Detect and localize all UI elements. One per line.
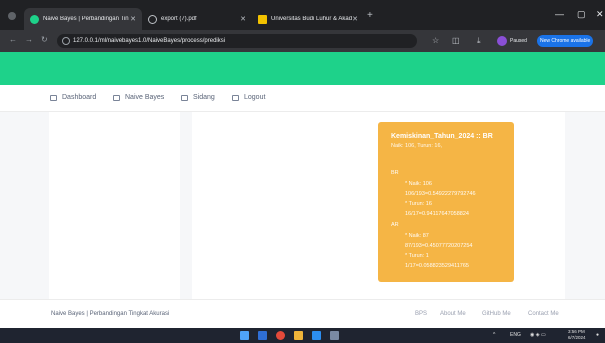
nav-item-dashboard[interactable]: Dashboard: [50, 94, 96, 101]
tab-title: Universitas Budi Luhur & Akad: [271, 16, 353, 22]
nav-item-label: Dashboard: [62, 94, 97, 101]
profile-button[interactable]: Paused: [497, 35, 527, 47]
url-text: 127.0.0.1/ml/naivebayes1.0/NaiveBayes/pr…: [73, 38, 226, 44]
bookmark-star-icon[interactable]: ☆: [432, 36, 439, 45]
profile-status: Paused: [510, 38, 527, 44]
nav-item-label: Sidang: [193, 94, 215, 101]
close-tab-icon[interactable]: ✕: [240, 15, 246, 23]
page-footer: Naive Bayes | Perbandingan Tingkat Akura…: [0, 299, 605, 328]
avatar: [497, 36, 507, 46]
new-chrome-button[interactable]: New Chrome available: [537, 35, 594, 47]
br-line: * Naik: 106: [405, 181, 432, 187]
footer-link-bps[interactable]: BPS: [415, 311, 427, 317]
table-icon: [181, 94, 188, 101]
top-navigation: Dashboard Naive Bayes Sidang Logout: [0, 85, 605, 112]
prediction-result-card: Kemiskinan_Tahun_2024 :: BR Naik: 106, T…: [378, 122, 514, 282]
tab-naive-bayes[interactable]: Naive Bayes | Perbandingan Tin ✕: [24, 8, 142, 30]
minimize-icon[interactable]: —: [555, 9, 564, 19]
tab-search-icon[interactable]: [8, 12, 16, 20]
task-view-icon[interactable]: [258, 331, 267, 340]
ar-label: AR: [391, 222, 399, 228]
browser-tab-strip: Naive Bayes | Perbandingan Tin ✕ export …: [0, 0, 605, 30]
windows-start-icon[interactable]: [240, 331, 249, 340]
footer-link-github[interactable]: GitHub Me: [482, 311, 511, 317]
tab-universitas[interactable]: Universitas Budi Luhur & Akad ✕: [252, 8, 364, 30]
globe-icon: [148, 14, 157, 24]
notification-icon[interactable]: ●: [596, 332, 599, 338]
ar-line: * Turun: 1: [405, 253, 429, 259]
br-line: * Turun: 16: [405, 201, 432, 207]
tab-title: Naive Bayes | Perbandingan Tin: [43, 16, 129, 22]
clock[interactable]: 3:56 PM 6/7/2024: [568, 329, 586, 341]
chrome-icon[interactable]: [276, 331, 285, 340]
os-taskbar: ^ ENG ◉ ◈ ▭ 3:56 PM 6/7/2024 ●: [0, 328, 605, 343]
clock-date: 6/7/2024: [568, 335, 586, 340]
nav-item-logout[interactable]: Logout: [232, 94, 265, 101]
address-bar[interactable]: 127.0.0.1/ml/naivebayes1.0/NaiveBayes/pr…: [57, 34, 417, 48]
new-chrome-label: New Chrome available: [540, 38, 591, 44]
language-indicator[interactable]: ENG: [510, 332, 521, 338]
content-area: [0, 112, 605, 299]
extensions-icon[interactable]: ◫: [452, 36, 460, 45]
ar-line: * Naik: 87: [405, 233, 429, 239]
nav-item-label: Logout: [244, 94, 266, 101]
forward-icon[interactable]: →: [25, 35, 33, 44]
nav-item-label: Naive Bayes: [125, 94, 165, 101]
grid-icon: [50, 94, 57, 101]
new-tab-icon[interactable]: +: [367, 11, 373, 21]
terminal-icon[interactable]: [330, 331, 339, 340]
br-line: 16/17=0.94117647058824: [405, 211, 469, 217]
university-favicon-icon: [258, 14, 267, 24]
ar-line: 1/17=0.058823529411765: [405, 263, 469, 269]
nav-item-sidang[interactable]: Sidang: [181, 94, 215, 101]
close-tab-icon[interactable]: ✕: [130, 15, 136, 23]
br-line: 106/193=0.54922279792746: [405, 191, 476, 197]
close-window-icon[interactable]: ✕: [596, 9, 604, 20]
result-title: Kemiskinan_Tahun_2024 :: BR: [391, 133, 493, 140]
download-icon[interactable]: ⤓: [477, 36, 481, 46]
footer-link-contact[interactable]: Contact Me: [528, 311, 559, 317]
file-explorer-icon[interactable]: [294, 331, 303, 340]
br-label: BR: [391, 170, 399, 176]
result-summary: Naik: 106, Turun: 16,: [391, 143, 443, 149]
table-icon: [232, 94, 239, 101]
tab-export-pdf[interactable]: export (7).pdf ✕: [142, 8, 252, 30]
tab-title: export (7).pdf: [161, 16, 197, 22]
table-icon: [113, 94, 120, 101]
ar-line: 87/193=0.45077720207254: [405, 243, 473, 249]
back-icon[interactable]: ←: [9, 35, 17, 44]
nav-item-naive-bayes[interactable]: Naive Bayes: [113, 94, 164, 101]
footer-brand: Naive Bayes | Perbandingan Tingkat Akura…: [51, 311, 170, 317]
page-header-band: [0, 52, 605, 85]
vscode-icon[interactable]: [312, 331, 321, 340]
tray-chevron-icon[interactable]: ^: [493, 332, 495, 338]
left-panel: [49, 112, 180, 299]
wifi-volume-battery-icon[interactable]: ◉ ◈ ▭: [530, 332, 546, 338]
maximize-icon[interactable]: ▢: [577, 9, 586, 20]
site-info-icon[interactable]: [62, 37, 70, 45]
app-favicon-icon: [30, 14, 39, 24]
reload-icon[interactable]: ↻: [41, 35, 48, 44]
footer-link-about[interactable]: About Me: [440, 311, 466, 317]
browser-toolbar: ← → ↻ 127.0.0.1/ml/naivebayes1.0/NaiveBa…: [0, 30, 605, 52]
close-tab-icon[interactable]: ✕: [352, 15, 358, 23]
